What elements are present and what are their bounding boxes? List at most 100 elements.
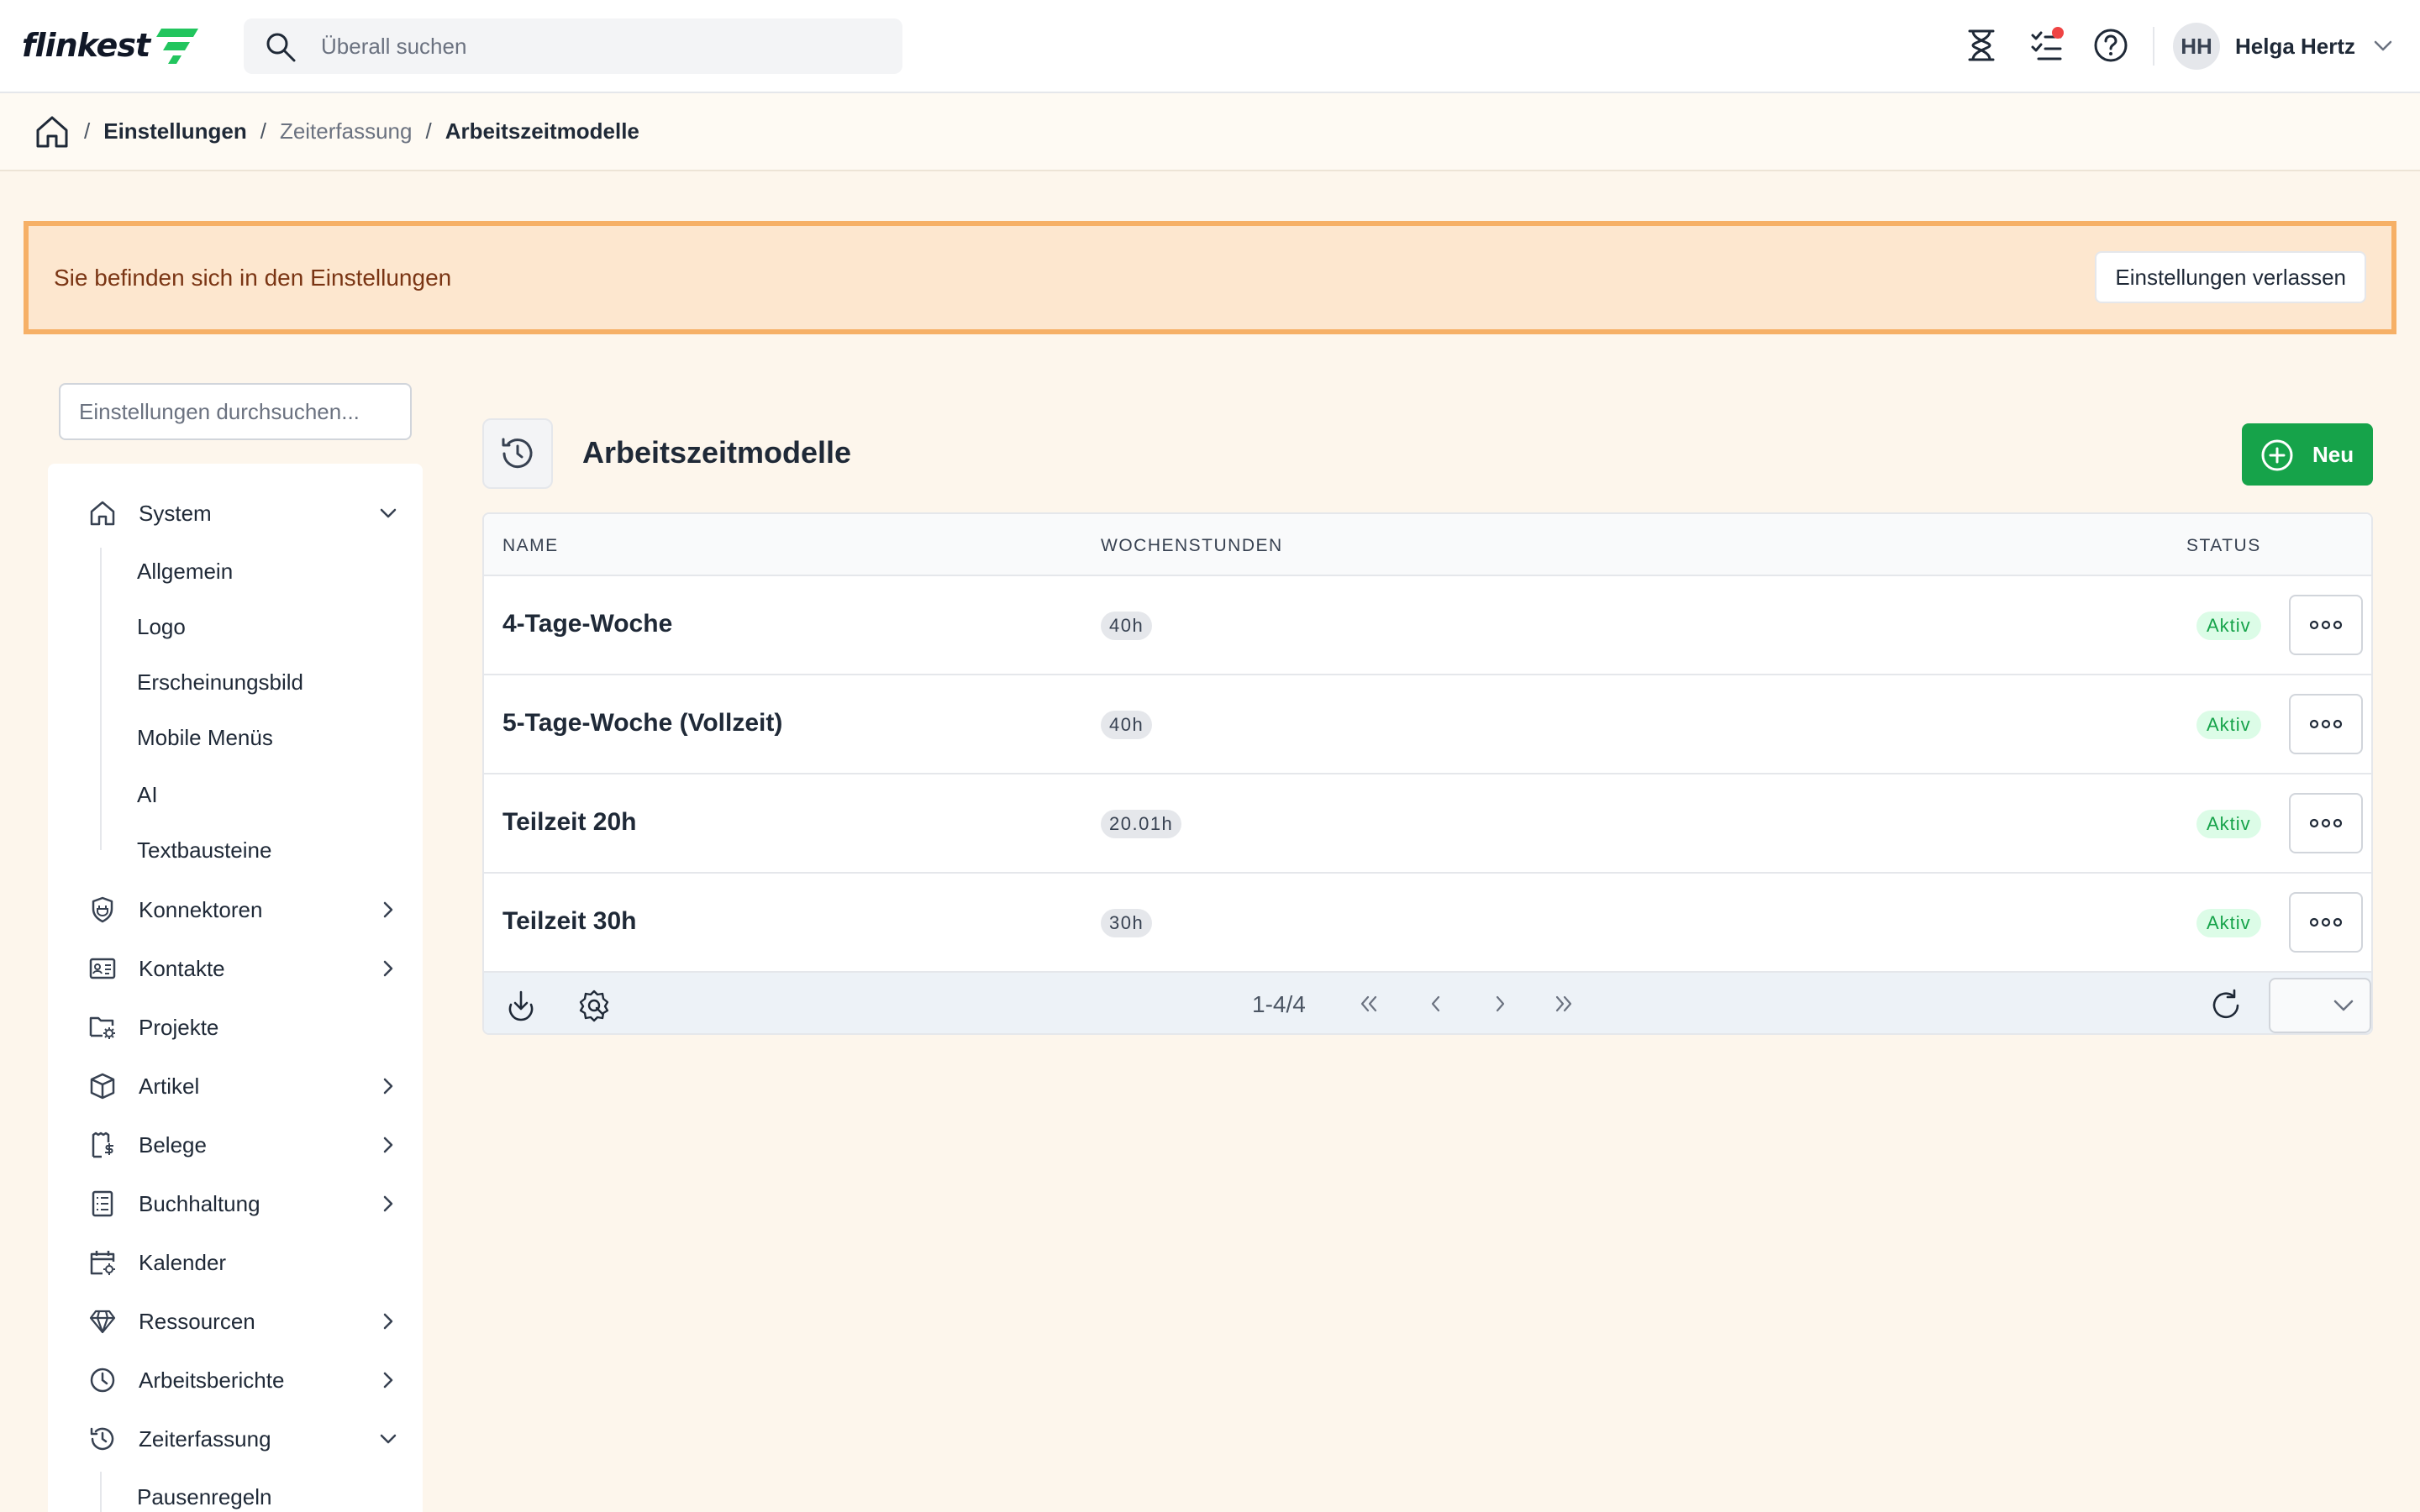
first-page-icon[interactable] — [1356, 991, 1381, 1016]
download-icon[interactable] — [504, 988, 538, 1021]
chevron-right-icon — [383, 1195, 393, 1212]
logo-mark-icon — [156, 29, 199, 64]
help-icon[interactable] — [2091, 25, 2131, 66]
sidebar-subitem-textbausteine[interactable]: Textbausteine — [137, 832, 271, 869]
breadcrumb-item-einstellungen[interactable]: Einstellungen — [103, 118, 246, 144]
breadcrumb-item-zeiterfassung[interactable]: Zeiterfassung — [280, 118, 413, 144]
sidebar-item-konnektoren[interactable]: Konnektoren — [88, 889, 399, 931]
sidebar-item-belege[interactable]: Belege — [88, 1124, 399, 1166]
more-horizontal-icon — [2309, 620, 2343, 630]
table-header: NAME WOCHENSTUNDEN STATUS — [484, 514, 2371, 576]
sidebar-item-kalender[interactable]: Kalender — [88, 1242, 399, 1284]
hourglass-icon[interactable] — [1961, 25, 2002, 66]
table-row[interactable]: 4-Tage-Woche 40h Aktiv — [484, 576, 2371, 675]
page-size-select[interactable] — [2269, 978, 2371, 1033]
sidebar-item-arbeitsberichte[interactable]: Arbeitsberichte — [88, 1359, 399, 1401]
sidebar-item-label: Ressourcen — [139, 1308, 255, 1334]
row-actions-button[interactable] — [2289, 595, 2363, 655]
sidebar-subitem-erscheinungsbild[interactable]: Erscheinungsbild — [137, 664, 303, 701]
sidebar-item-projekte[interactable]: Projekte — [88, 1006, 399, 1048]
row-actions-button[interactable] — [2289, 694, 2363, 754]
tasks-icon[interactable] — [2027, 25, 2067, 66]
plus-circle-icon — [2261, 439, 2293, 471]
history-button[interactable] — [482, 418, 553, 489]
leave-settings-button[interactable]: Einstellungen verlassen — [2095, 251, 2366, 303]
user-name: Helga Hertz — [2235, 33, 2356, 59]
hours-badge: 20.01h — [1101, 810, 1182, 838]
table-footer: 1-4/4 — [484, 973, 2371, 1033]
breadcrumb-separator: / — [84, 118, 91, 144]
contact-card-icon — [88, 954, 117, 983]
status-badge: Aktiv — [2196, 810, 2261, 838]
last-page-icon[interactable] — [1551, 991, 1576, 1016]
sidebar-item-ressourcen[interactable]: Ressourcen — [88, 1300, 399, 1342]
status-badge: Aktiv — [2196, 612, 2261, 640]
home-icon[interactable] — [34, 113, 71, 150]
app-logo[interactable]: flinkest — [22, 22, 200, 69]
chevron-right-icon — [383, 1137, 393, 1153]
chevron-right-icon — [383, 960, 393, 977]
chevron-right-icon — [383, 1313, 393, 1330]
chevron-down-icon — [2374, 40, 2392, 51]
hours-badge: 40h — [1101, 612, 1153, 640]
avatar: HH — [2173, 23, 2220, 70]
table-row[interactable]: Teilzeit 30h 30h Aktiv — [484, 874, 2371, 973]
settings-sidebar: System Allgemein Logo Erscheinungsbild M… — [48, 464, 423, 1512]
breadcrumb-separator: / — [260, 118, 266, 144]
row-actions-button[interactable] — [2289, 793, 2363, 853]
column-header-status[interactable]: STATUS — [2186, 536, 2261, 556]
receipt-icon — [88, 1131, 117, 1159]
user-menu[interactable]: HH Helga Hertz — [2173, 22, 2392, 71]
sidebar-item-label: Buchhaltung — [139, 1190, 260, 1216]
sidebar-item-artikel[interactable]: Artikel — [88, 1065, 399, 1107]
sidebar-item-label: Konnektoren — [139, 896, 263, 922]
history-clock-icon — [88, 1425, 117, 1453]
previous-page-icon[interactable] — [1423, 991, 1449, 1016]
sidebar-subitem-allgemein[interactable]: Allgemein — [137, 553, 233, 590]
sidebar-item-buchhaltung[interactable]: Buchhaltung — [88, 1183, 399, 1225]
sidebar-item-kontakte[interactable]: Kontakte — [88, 948, 399, 990]
logo-text: flinkest — [22, 27, 150, 64]
hours-badge: 40h — [1101, 711, 1153, 739]
search-icon — [266, 33, 296, 62]
home-icon — [88, 499, 117, 528]
top-bar: flinkest Überall suchen HH Helga Hertz — [0, 0, 2420, 93]
sidebar-item-label: Kontakte — [139, 955, 225, 981]
settings-notice: Sie befinden sich in den Einstellungen E… — [24, 221, 2396, 334]
global-search[interactable] — [244, 18, 902, 74]
more-horizontal-icon — [2309, 818, 2343, 828]
column-header-weekly-hours[interactable]: WOCHENSTUNDEN — [1101, 536, 1283, 556]
chevron-right-icon — [383, 901, 393, 918]
sidebar-item-label: Artikel — [139, 1073, 200, 1099]
breadcrumb-item-current: Arbeitszeitmodelle — [445, 118, 639, 144]
row-actions-button[interactable] — [2289, 892, 2363, 953]
next-page-icon[interactable] — [1487, 991, 1512, 1016]
table-row[interactable]: Teilzeit 20h 20.01h Aktiv — [484, 774, 2371, 874]
row-name: Teilzeit 20h — [502, 808, 637, 836]
chevron-down-icon — [2333, 1000, 2354, 1011]
sidebar-item-zeiterfassung[interactable]: Zeiterfassung — [88, 1418, 399, 1460]
sidebar-subitem-logo[interactable]: Logo — [137, 608, 186, 645]
column-header-name[interactable]: NAME — [502, 536, 559, 556]
clock-icon — [88, 1366, 117, 1394]
refresh-icon[interactable] — [2208, 988, 2244, 1023]
table-row[interactable]: 5-Tage-Woche (Vollzeit) 40h Aktiv — [484, 675, 2371, 774]
chevron-right-icon — [383, 1078, 393, 1095]
chevron-down-icon — [380, 508, 397, 518]
hours-badge: 30h — [1101, 909, 1153, 937]
settings-search-input[interactable] — [59, 383, 412, 440]
settings-gear-icon[interactable] — [576, 988, 612, 1023]
diamond-icon — [88, 1307, 117, 1336]
chevron-right-icon — [383, 1372, 393, 1389]
sidebar-item-system[interactable]: System — [88, 492, 399, 534]
new-button-label: Neu — [2312, 442, 2354, 467]
new-button[interactable]: Neu — [2242, 423, 2373, 486]
plug-shield-icon — [88, 895, 117, 924]
sidebar-subitem-ai[interactable]: AI — [137, 776, 158, 813]
settings-notice-text: Sie befinden sich in den Einstellungen — [54, 264, 452, 291]
global-search-input[interactable] — [321, 18, 876, 74]
sidebar-subitem-mobile-menues[interactable]: Mobile Menüs — [137, 719, 273, 756]
more-horizontal-icon — [2309, 917, 2343, 927]
sidebar-item-label: System — [139, 500, 212, 526]
sidebar-subitem-pausenregeln[interactable]: Pausenregeln — [137, 1478, 271, 1512]
